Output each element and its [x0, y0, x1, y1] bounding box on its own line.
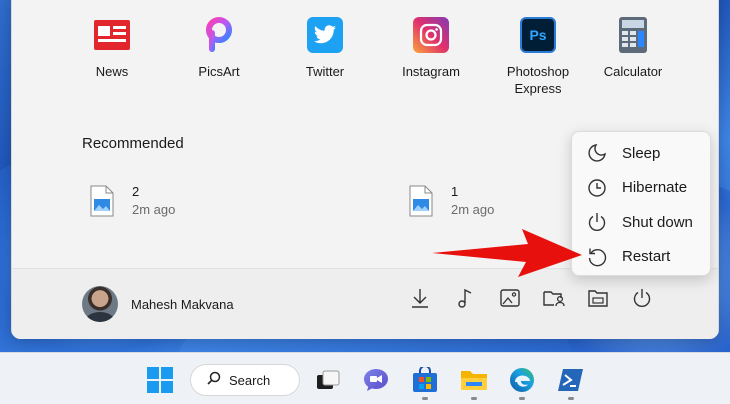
running-indicator — [568, 397, 574, 400]
pinned-app-photoshop-express[interactable]: Ps Photoshop Express — [483, 17, 593, 97]
image-file-icon — [90, 185, 114, 217]
music-icon[interactable] — [448, 281, 482, 315]
start-footer: Mahesh Makvana — [12, 268, 718, 339]
recommended-heading: Recommended — [82, 135, 184, 152]
taskbar-search[interactable]: Search — [190, 364, 300, 396]
power-menu-sleep[interactable]: Sleep — [572, 136, 710, 171]
powershell-icon[interactable] — [556, 365, 586, 400]
app-label: News — [95, 64, 129, 79]
power-menu-hibernate[interactable]: Hibernate — [572, 171, 710, 206]
pictures-icon[interactable] — [493, 281, 527, 315]
pinned-apps: News PicsArt Twitter Instagram Ps Photos… — [12, 0, 718, 99]
pinned-app-news[interactable]: News — [57, 17, 167, 80]
power-icon[interactable] — [625, 281, 659, 315]
user-account-button[interactable]: Mahesh Makvana — [82, 286, 234, 322]
recommended-item[interactable]: 2 2m ago — [90, 184, 270, 229]
app-label: Calculator — [603, 64, 663, 79]
power-menu-label: Sleep — [622, 144, 661, 162]
start-icon[interactable] — [145, 365, 175, 395]
power-menu-shutdown[interactable]: Shut down — [572, 205, 710, 240]
power-icon — [586, 211, 608, 233]
pinned-app-calculator[interactable]: Calculator — [578, 17, 688, 80]
instagram-icon — [413, 17, 449, 53]
clock-icon — [586, 177, 608, 199]
picsart-icon — [201, 17, 237, 53]
running-indicator — [422, 397, 428, 400]
app-label: Twitter — [305, 64, 345, 79]
pinned-app-twitter[interactable]: Twitter — [270, 17, 380, 80]
power-menu: Sleep Hibernate Shut down Restart — [571, 131, 711, 276]
power-menu-label: Hibernate — [622, 179, 688, 197]
recommended-item-time: 2m ago — [451, 202, 495, 217]
image-file-icon — [409, 185, 433, 217]
recommended-item-name: 2 — [132, 184, 140, 199]
app-label: Instagram — [402, 64, 460, 79]
pinned-app-instagram[interactable]: Instagram — [376, 17, 486, 80]
recommended-item[interactable]: 1 2m ago — [409, 184, 589, 229]
file-explorer-icon[interactable] — [459, 365, 489, 400]
news-icon — [94, 17, 130, 53]
avatar — [82, 286, 118, 322]
power-menu-label: Shut down — [622, 213, 693, 231]
running-indicator — [471, 397, 477, 400]
calculator-icon — [615, 17, 651, 53]
downloads-icon[interactable] — [403, 281, 437, 315]
twitter-icon — [307, 17, 343, 53]
task-view-icon[interactable] — [313, 365, 343, 395]
recommended-item-time: 2m ago — [132, 202, 176, 217]
annotation-arrow — [432, 229, 582, 277]
power-menu-label: Restart — [622, 248, 671, 266]
search-icon — [207, 371, 221, 390]
power-menu-restart[interactable]: Restart — [572, 240, 710, 275]
edge-icon[interactable] — [507, 365, 537, 400]
store-icon[interactable] — [410, 365, 440, 400]
pinned-app-picsart[interactable]: PicsArt — [164, 17, 274, 80]
user-folder-icon[interactable] — [537, 281, 571, 315]
running-indicator — [519, 397, 525, 400]
app-label: Photoshop Express — [506, 64, 570, 96]
photoshop-express-icon: Ps — [520, 17, 556, 53]
teams-chat-icon[interactable] — [361, 365, 391, 395]
file-explorer-icon[interactable] — [581, 281, 615, 315]
recommended-item-name: 1 — [451, 184, 459, 199]
app-label: PicsArt — [198, 64, 240, 79]
taskbar: Search — [0, 352, 730, 404]
search-label: Search — [229, 372, 271, 388]
user-name: Mahesh Makvana — [131, 296, 234, 312]
moon-icon — [586, 142, 608, 164]
restart-icon — [586, 246, 608, 268]
